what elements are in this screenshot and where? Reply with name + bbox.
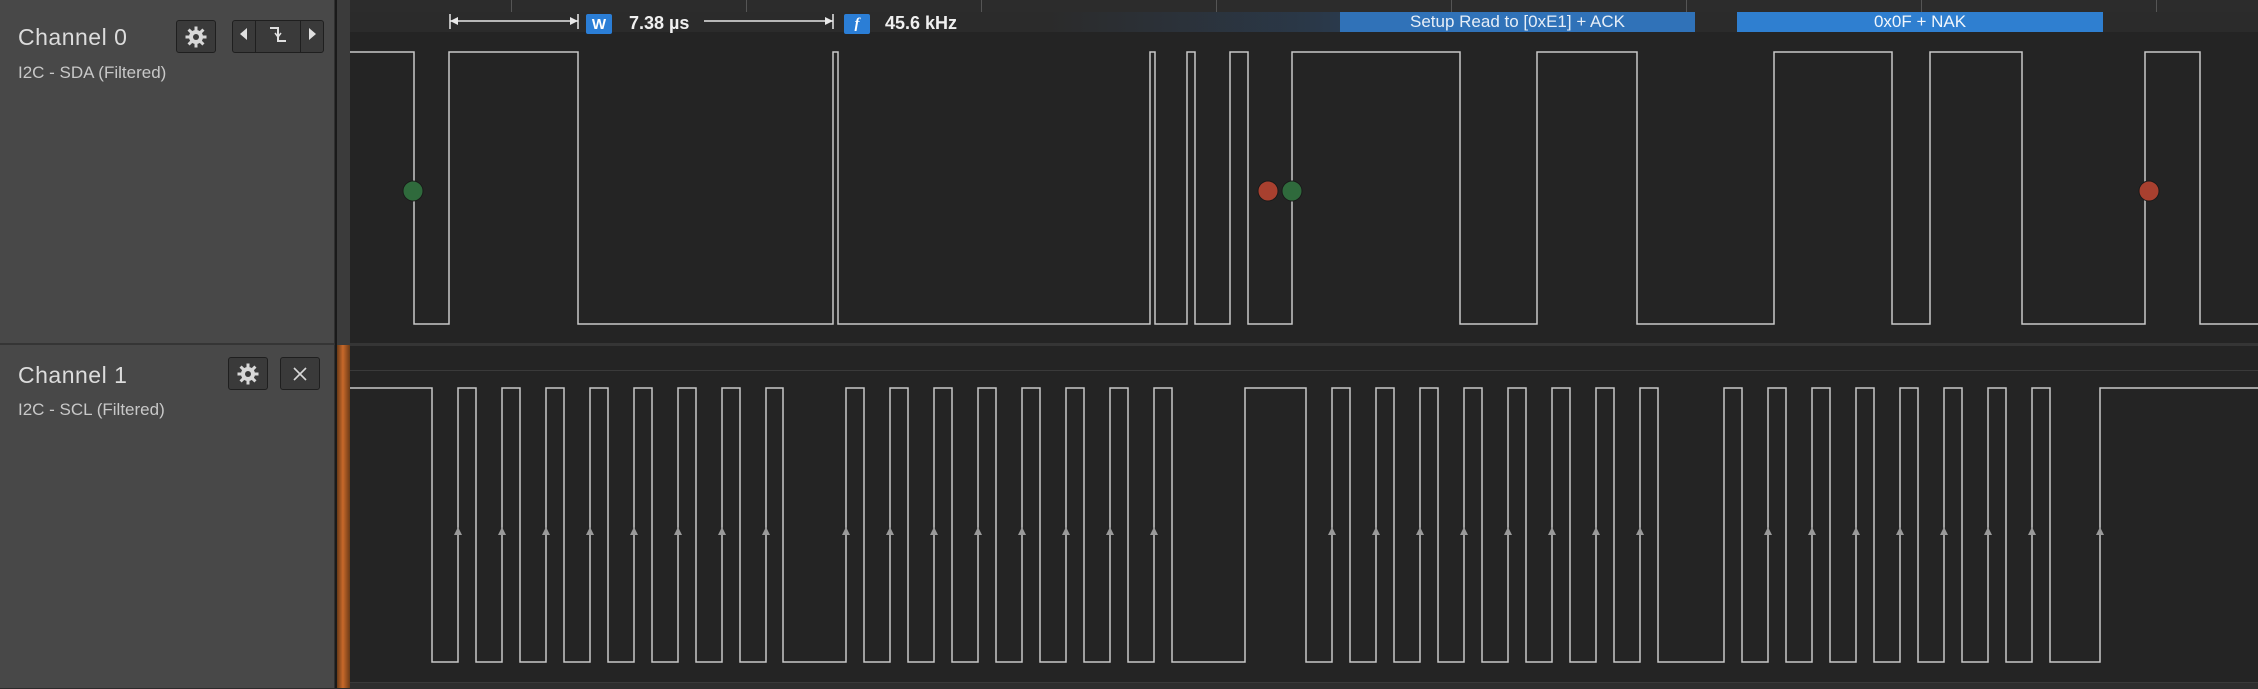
logic-analyzer-window: Channel 0 I2C - SDA (Filtered) Channel 1… <box>0 0 2258 689</box>
channel-1-settings-button[interactable] <box>228 357 268 390</box>
channel-1-name[interactable]: Channel 1 <box>18 362 127 389</box>
edge-type-button[interactable] <box>256 21 301 52</box>
falling-edge-icon <box>267 24 289 49</box>
channel-1-annotation-lane <box>350 370 2258 371</box>
sda-trace <box>350 51 2258 325</box>
stop-condition-marker <box>1257 180 1279 202</box>
gear-icon <box>184 25 208 49</box>
channel-1-remove-analyzer-button[interactable] <box>280 357 320 390</box>
triangle-left-icon <box>239 27 249 46</box>
stop-condition-marker <box>2138 180 2160 202</box>
start-condition-marker <box>1281 180 1303 202</box>
next-edge-button[interactable] <box>301 21 323 52</box>
channel-0-edge-navigation <box>232 20 324 53</box>
channel-0-settings-button[interactable] <box>176 20 216 53</box>
channel-1-analyzer-label: I2C - SCL (Filtered) <box>18 400 165 419</box>
selected-channel-marker <box>337 345 350 688</box>
width-measurement-value: 7.38 µs <box>629 13 690 33</box>
channel-0-analyzer-label: I2C - SDA (Filtered) <box>18 63 167 82</box>
channel-0-name[interactable]: Channel 0 <box>18 24 127 51</box>
waveform-view[interactable]: Setup Read to [0xE1] + ACK 0x0F + NAK W … <box>350 0 2258 689</box>
frequency-measurement-value: 45.6 kHz <box>885 13 958 33</box>
width-measurement-marker <box>449 14 579 29</box>
channel-1-panel[interactable]: Channel 1 I2C - SCL (Filtered) <box>0 345 335 688</box>
width-measurement-badge[interactable]: W <box>586 14 612 34</box>
channel-0-panel[interactable]: Channel 0 I2C - SDA (Filtered) <box>0 0 335 345</box>
clock-sample-markers <box>454 527 2104 535</box>
frequency-measurement-badge[interactable]: f <box>844 14 870 34</box>
channel-divider <box>350 343 2258 346</box>
close-icon <box>291 365 309 383</box>
frequency-measurement-marker <box>704 14 834 29</box>
triangle-right-icon <box>307 27 317 46</box>
scl-trace <box>350 387 2258 663</box>
prev-edge-button[interactable] <box>233 21 256 52</box>
gear-icon <box>236 362 260 386</box>
start-condition-marker <box>402 180 424 202</box>
